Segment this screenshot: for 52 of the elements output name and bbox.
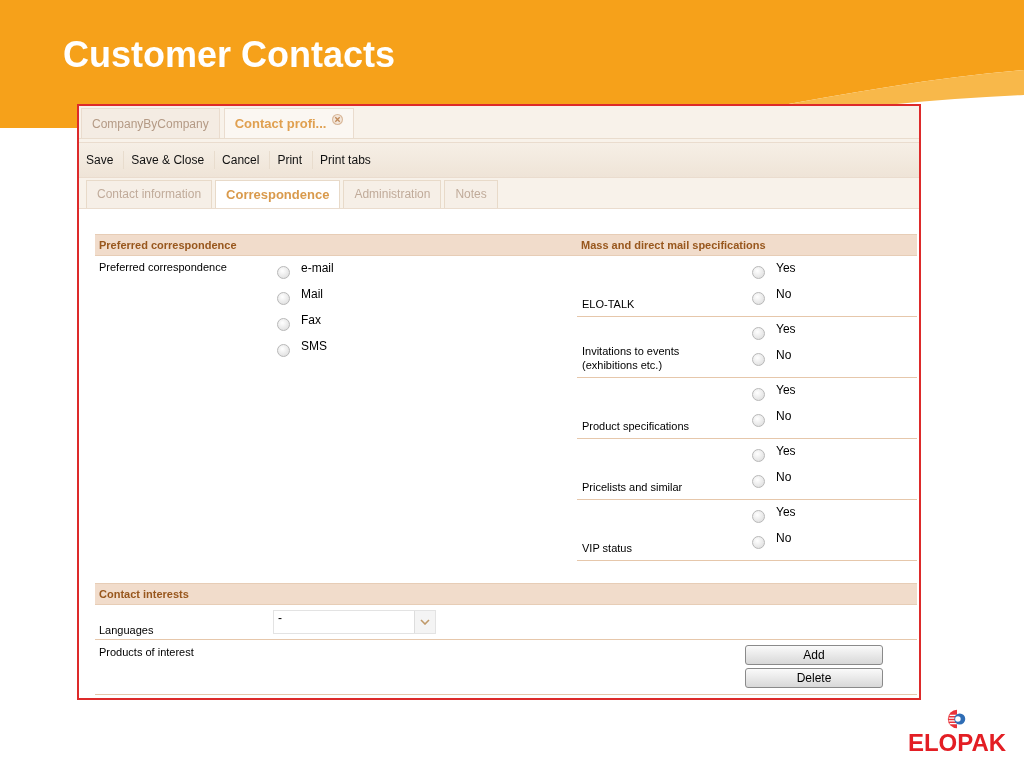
field-label: Invitations to events (exhibitions etc.) (581, 344, 681, 373)
logo-text: ELOPAK (907, 730, 1007, 756)
section-header: Preferred correspondence (95, 234, 577, 256)
close-icon[interactable] (332, 114, 344, 125)
radio-label: Yes (776, 444, 796, 458)
radio-button[interactable] (277, 318, 290, 331)
radio-label: No (776, 348, 792, 362)
field-label: Products of interest (98, 645, 194, 660)
radio-button[interactable] (752, 475, 765, 488)
radio-label: No (776, 531, 792, 545)
radio-button[interactable] (752, 353, 765, 366)
radio-label: e-mail (301, 261, 334, 275)
radio-label: SMS (301, 339, 327, 353)
action-button[interactable]: Add (745, 645, 883, 665)
section-header: Contact interests (95, 583, 917, 605)
radio-label: Yes (776, 322, 796, 336)
radio-label: Yes (776, 505, 796, 519)
radio-button[interactable] (752, 414, 765, 427)
toolbar-button[interactable]: Print tabs (313, 151, 381, 169)
language-dropdown[interactable]: - (273, 610, 436, 634)
toolbar-button[interactable]: Save & Close (124, 151, 216, 169)
radio-button[interactable] (277, 344, 290, 357)
toolbar-button[interactable]: Save (79, 151, 125, 169)
toolbar-button[interactable]: Cancel (215, 151, 271, 169)
radio-button[interactable] (752, 449, 765, 462)
radio-button[interactable] (752, 510, 765, 523)
field-label: Preferred correspondence (98, 261, 228, 275)
field-label: Pricelists and similar (581, 480, 684, 495)
radio-button[interactable] (277, 292, 290, 305)
field-label: ELO-TALK (581, 297, 636, 312)
field-label: VIP status (581, 541, 633, 556)
logo-icon (946, 708, 968, 730)
slide-title: Customer Contacts (62, 33, 396, 77)
radio-button[interactable] (752, 327, 765, 340)
radio-label: No (776, 470, 792, 484)
field-label: Languages (98, 624, 155, 638)
radio-button[interactable] (752, 388, 765, 401)
field-label: Product specifications (581, 419, 690, 434)
section-header: Mass and direct mail specifications (577, 234, 917, 256)
radio-label: No (776, 409, 792, 423)
radio-button[interactable] (752, 536, 765, 549)
action-button[interactable]: Delete (745, 668, 883, 688)
chevron-down-icon[interactable] (420, 619, 430, 625)
radio-button[interactable] (277, 266, 290, 279)
radio-label: Yes (776, 383, 796, 397)
radio-button[interactable] (752, 292, 765, 305)
radio-label: Fax (301, 313, 321, 327)
radio-label: Mail (301, 287, 323, 301)
radio-button[interactable] (752, 266, 765, 279)
radio-label: Yes (776, 261, 796, 275)
radio-label: No (776, 287, 792, 301)
toolbar-button[interactable]: Print (270, 151, 314, 169)
